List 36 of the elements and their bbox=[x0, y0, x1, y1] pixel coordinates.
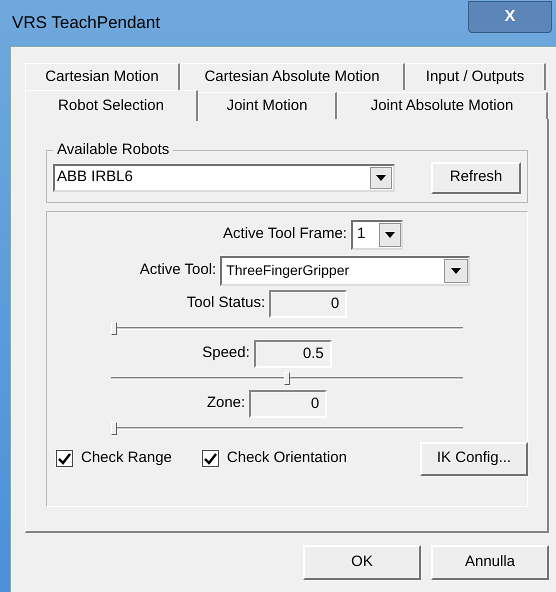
checkbox[interactable] bbox=[202, 450, 219, 467]
slider-label: Speed: bbox=[202, 343, 250, 364]
value-field: 0 bbox=[269, 290, 348, 318]
slider[interactable] bbox=[111, 370, 463, 386]
tab[interactable]: Cartesian Absolute Motion bbox=[180, 63, 405, 90]
dialog-button[interactable]: Annulla bbox=[431, 545, 549, 580]
check-icon bbox=[58, 452, 71, 464]
slider[interactable] bbox=[111, 420, 463, 436]
tab[interactable]: Cartesian Motion bbox=[25, 63, 180, 90]
dialog-button[interactable]: OK bbox=[303, 545, 421, 580]
tab[interactable]: Joint Motion bbox=[198, 92, 337, 119]
tab[interactable]: Input / Outputs bbox=[405, 63, 546, 90]
tool-frame-dropdown[interactable]: 1 bbox=[350, 220, 403, 250]
slider-thumb[interactable] bbox=[111, 422, 117, 434]
slider-thumb[interactable] bbox=[111, 322, 117, 334]
group-label: Available Robots bbox=[56, 140, 170, 160]
slider-thumb[interactable] bbox=[284, 372, 290, 384]
tab[interactable]: Joint Absolute Motion bbox=[337, 92, 548, 119]
tab[interactable]: Robot Selection bbox=[25, 90, 198, 121]
robot-dropdown[interactable]: ABB IRBL6 bbox=[53, 164, 395, 192]
slider[interactable] bbox=[111, 320, 463, 336]
value-field: 0.5 bbox=[254, 340, 332, 368]
checkbox[interactable] bbox=[56, 450, 73, 467]
slider-label: Zone: bbox=[206, 393, 246, 414]
slider-label: Tool Status: bbox=[186, 293, 266, 314]
checkbox-label[interactable]: Check Orientation bbox=[226, 447, 347, 470]
active-tool-label: Active Tool: bbox=[140, 260, 216, 280]
tool-frame-label: Active Tool Frame: bbox=[223, 224, 347, 244]
value-field: 0 bbox=[249, 390, 328, 418]
refresh-button[interactable]: Refresh bbox=[431, 162, 521, 194]
check-icon bbox=[204, 452, 217, 464]
ik-config-button[interactable]: IK Config... bbox=[420, 442, 528, 476]
active-tool-dropdown[interactable]: ThreeFingerGripper bbox=[220, 256, 470, 286]
window-title: VRS TeachPendant bbox=[12, 12, 160, 34]
close-button[interactable]: X bbox=[468, 1, 552, 33]
checkbox-label[interactable]: Check Range bbox=[81, 447, 172, 470]
